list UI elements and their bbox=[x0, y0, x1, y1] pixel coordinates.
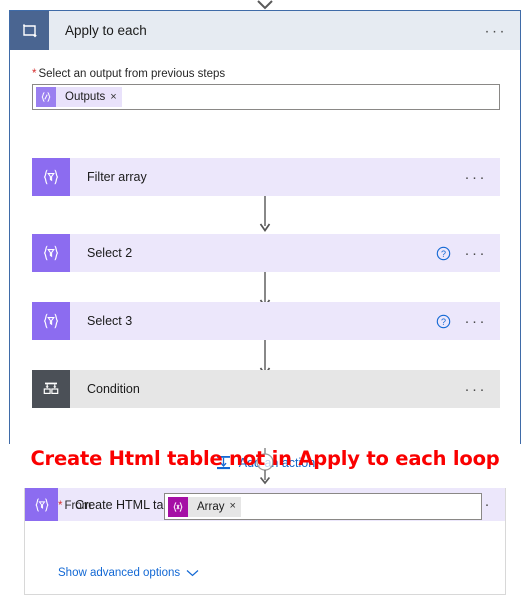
help-icon[interactable]: ? bbox=[436, 246, 451, 261]
action-card-menu-button[interactable]: ··· bbox=[465, 314, 488, 329]
question-circle-icon: ? bbox=[436, 314, 450, 328]
select-icon bbox=[32, 302, 70, 340]
apply-to-each-scope[interactable]: Apply to each ··· * Select an output from… bbox=[9, 10, 521, 470]
apply-to-each-title: Apply to each bbox=[65, 23, 147, 38]
top-connector bbox=[0, 0, 530, 10]
array-token-remove[interactable]: × bbox=[229, 501, 235, 512]
loop-arrow-icon bbox=[22, 23, 37, 37]
action-card-filter-array[interactable]: Filter array ··· bbox=[32, 158, 500, 196]
braces-funnel-icon bbox=[43, 169, 59, 185]
action-card-condition[interactable]: Condition ··· bbox=[32, 370, 500, 408]
action-card-select-3[interactable]: Select 3 ? ··· bbox=[32, 302, 500, 340]
outputs-token-remove[interactable]: × bbox=[110, 91, 116, 103]
create-html-table-icon bbox=[25, 488, 58, 521]
action-card-menu-button[interactable]: ··· bbox=[465, 170, 488, 185]
action-card-title: Condition bbox=[87, 382, 140, 396]
select-icon bbox=[32, 234, 70, 272]
variable-braces-icon bbox=[168, 496, 188, 517]
select-output-label: * Select an output from previous steps bbox=[32, 68, 225, 80]
condition-branch-icon bbox=[32, 370, 70, 408]
action-card-controls: ? ··· bbox=[436, 302, 501, 340]
action-card-controls: ? ··· bbox=[436, 234, 501, 272]
from-label-text: From bbox=[64, 500, 92, 512]
from-label: * From bbox=[58, 500, 91, 512]
action-card-controls: ··· bbox=[465, 158, 501, 196]
connector-arrow bbox=[259, 196, 271, 232]
svg-text:?: ? bbox=[440, 316, 445, 326]
from-input[interactable]: Array × bbox=[164, 493, 482, 520]
annotation-text: Create Html table not in Apply to each l… bbox=[30, 447, 500, 470]
flow-designer-canvas: Apply to each ··· * Select an output from… bbox=[0, 0, 530, 604]
apply-to-each-body: * Select an output from previous steps Ou… bbox=[10, 50, 520, 470]
help-icon[interactable]: ? bbox=[436, 314, 451, 329]
apply-to-each-menu-button[interactable]: ··· bbox=[485, 23, 508, 38]
action-card-title: Select 2 bbox=[87, 246, 133, 260]
array-token-label: Array bbox=[197, 500, 225, 513]
action-card-menu-button[interactable]: ··· bbox=[465, 382, 488, 397]
action-card-title: Select 3 bbox=[87, 314, 133, 328]
required-asterisk: * bbox=[58, 500, 63, 512]
action-card-controls: ··· bbox=[465, 370, 501, 408]
action-card-title: Filter array bbox=[87, 170, 147, 184]
svg-text:?: ? bbox=[440, 248, 445, 258]
outputs-token-label: Outputs bbox=[65, 91, 106, 103]
braces-glyph-icon bbox=[41, 92, 51, 102]
required-asterisk: * bbox=[32, 68, 37, 80]
question-circle-icon: ? bbox=[436, 246, 450, 260]
braces-funnel-icon bbox=[43, 313, 59, 329]
filter-array-icon bbox=[32, 158, 70, 196]
select-output-input[interactable]: Outputs × bbox=[32, 84, 500, 110]
braces-x-glyph-icon bbox=[173, 501, 183, 512]
action-card-select-2[interactable]: Select 2 ? ··· bbox=[32, 234, 500, 272]
chevron-down-icon bbox=[186, 570, 199, 577]
branch-glyph-icon bbox=[43, 382, 59, 395]
array-token[interactable]: Array × bbox=[168, 496, 241, 517]
braces-funnel-icon bbox=[35, 497, 48, 512]
action-card-menu-button[interactable]: ··· bbox=[465, 246, 488, 261]
expression-braces-icon bbox=[36, 87, 56, 107]
create-html-table-card[interactable]: Create HTML table ? ··· *From bbox=[24, 488, 506, 595]
loop-icon bbox=[10, 11, 49, 50]
outputs-token[interactable]: Outputs × bbox=[36, 87, 122, 107]
show-advanced-options-button[interactable]: Show advanced options bbox=[58, 567, 199, 579]
chevron-down-icon bbox=[257, 0, 273, 10]
braces-funnel-icon bbox=[43, 245, 59, 261]
show-advanced-options-label: Show advanced options bbox=[58, 567, 181, 579]
select-output-label-text: Select an output from previous steps bbox=[38, 68, 226, 80]
apply-to-each-header[interactable]: Apply to each ··· bbox=[10, 11, 520, 50]
